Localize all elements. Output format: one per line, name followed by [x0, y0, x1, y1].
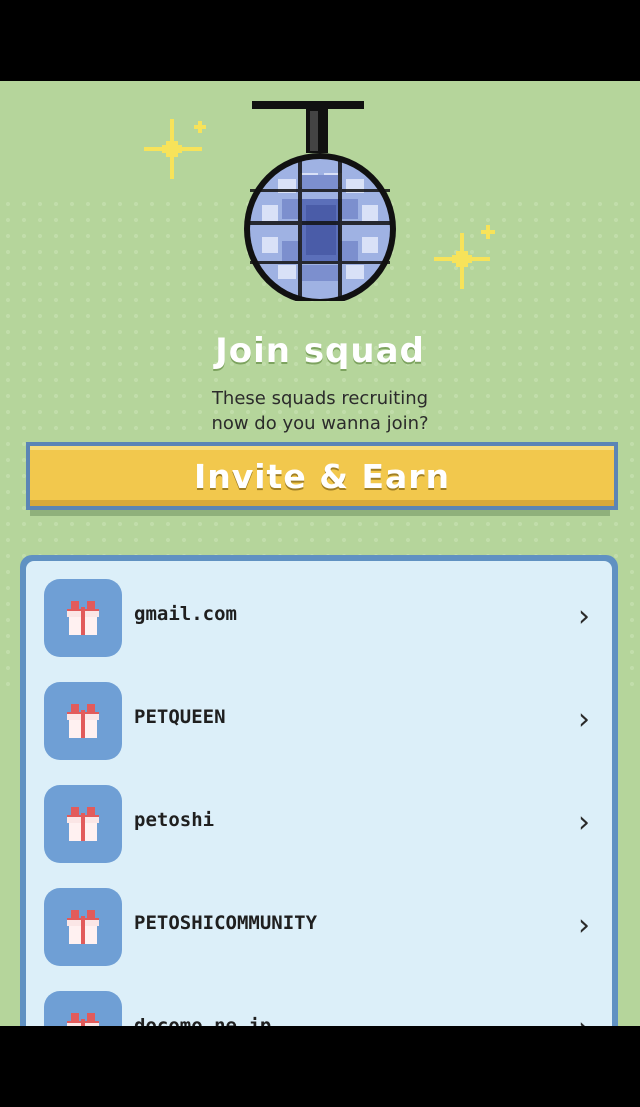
gift-icon: [67, 601, 99, 635]
gift-icon: [67, 1013, 99, 1026]
chevron-right-icon: ›: [578, 805, 590, 840]
squad-name: petoshi: [134, 809, 215, 831]
chevron-right-icon: ›: [578, 599, 590, 634]
squad-name: docomo.ne.jp: [134, 1015, 272, 1026]
squad-list-panel: gmail.com › PETQUEEN › petoshi › PETOSHI…: [20, 555, 618, 1026]
squad-name: PETOSHICOMMUNITY: [134, 912, 318, 934]
squad-avatar: [44, 991, 122, 1026]
invite-earn-button[interactable]: Invite & Earn: [22, 438, 618, 516]
squad-avatar: [44, 682, 122, 760]
squad-avatar: [44, 888, 122, 966]
button-shadow: [30, 510, 610, 516]
sparkle-icon: [434, 225, 495, 289]
squad-row[interactable]: gmail.com ›: [26, 579, 612, 659]
invite-earn-label: Invite & Earn: [26, 442, 618, 510]
page-title: Join squad: [215, 331, 425, 371]
gift-icon: [67, 807, 99, 841]
squad-row[interactable]: PETQUEEN ›: [26, 682, 612, 762]
sparkle-icon: [144, 119, 206, 179]
disco-ball-icon: [244, 101, 396, 301]
gift-icon: [67, 910, 99, 944]
squad-avatar: [44, 579, 122, 657]
subtitle-line: now do you wanna join?: [211, 413, 429, 434]
squad-avatar: [44, 785, 122, 863]
gift-icon: [67, 704, 99, 738]
chevron-right-icon: ›: [578, 702, 590, 737]
squad-row[interactable]: petoshi ›: [26, 785, 612, 865]
squad-row[interactable]: PETOSHICOMMUNITY ›: [26, 888, 612, 968]
chevron-right-icon: ›: [578, 1011, 590, 1026]
app-screen: Join squad These squads recruiting now d…: [0, 81, 640, 1026]
chevron-right-icon: ›: [578, 908, 590, 943]
page-subtitle: These squads recruiting now do you wanna…: [0, 386, 640, 436]
squad-list: gmail.com › PETQUEEN › petoshi › PETOSHI…: [26, 561, 612, 1026]
squad-name: gmail.com: [134, 603, 237, 625]
subtitle-line: These squads recruiting: [211, 388, 429, 409]
squad-name: PETQUEEN: [134, 706, 226, 728]
squad-row[interactable]: docomo.ne.jp ›: [26, 991, 612, 1026]
